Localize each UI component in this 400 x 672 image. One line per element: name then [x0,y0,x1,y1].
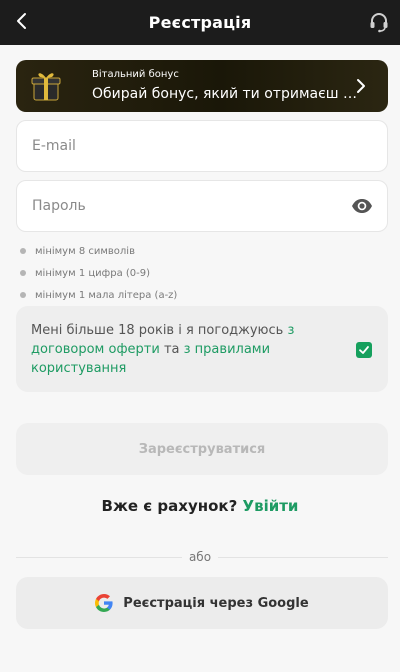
password-field[interactable] [32,181,332,231]
email-field-container [16,120,388,172]
email-field[interactable] [32,121,332,171]
chevron-left-icon [17,13,26,29]
password-field-container [16,180,388,232]
welcome-bonus-banner[interactable]: Вітальний бонус Обирай бонус, який ти от… [16,60,388,112]
login-prompt: Вже є рахунок? Увійти [0,497,400,515]
bullet-icon [20,248,26,254]
back-button[interactable] [8,6,36,36]
app-header: Реєстрація [0,0,400,45]
rule-text: мінімум 1 цифра (0-9) [35,267,151,279]
google-button-label: Реєстрація через Google [123,595,309,611]
chevron-right-icon [357,79,365,93]
agreement-middle: та [159,342,184,357]
password-rule: мінімум 1 мала літера (a-z) [18,284,177,306]
rule-text: мінімум 1 мала літера (a-z) [35,289,178,301]
bonus-description: Обирай бонус, який ти отримаєш після реє… [92,86,362,102]
headset-icon [370,13,388,33]
register-button[interactable]: Зареєструватися [16,423,388,475]
agreement-text: Мені більше 18 років і я погоджуюсь з до… [31,321,331,378]
bonus-label: Вітальний бонус [92,69,179,80]
login-question: Вже є рахунок? [101,497,243,515]
google-signup-button[interactable]: Реєстрація через Google [16,577,388,629]
page-title: Реєстрація [148,13,252,32]
agreement-checkbox[interactable] [356,342,372,358]
agreement-prefix: Мені більше 18 років і я погоджуюсь [31,323,288,338]
check-icon [359,346,369,354]
rule-text: мінімум 8 символів [35,245,135,257]
google-icon [95,594,113,612]
bullet-icon [20,270,26,276]
divider-text: або [182,550,218,564]
gift-icon [31,73,61,101]
login-link[interactable]: Увійти [243,497,299,515]
password-rules: мінімум 8 символів мінімум 1 цифра (0-9)… [18,240,177,306]
password-rule: мінімум 8 символів [18,240,177,262]
eye-icon[interactable] [351,195,373,217]
bullet-icon [20,292,26,298]
password-rule: мінімум 1 цифра (0-9) [18,262,177,284]
age-agreement-box: Мені більше 18 років і я погоджуюсь з до… [16,306,388,392]
support-button[interactable] [364,7,394,37]
